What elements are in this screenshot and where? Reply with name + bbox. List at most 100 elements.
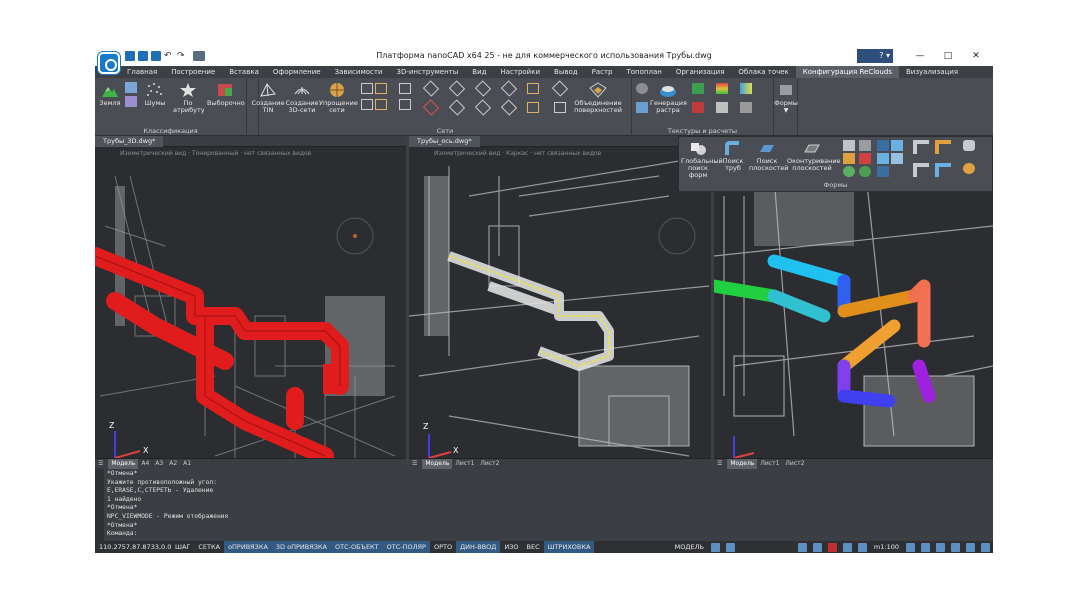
- forms-button[interactable]: Формы ▼: [774, 82, 798, 114]
- status-toggle[interactable]: 3D оПРИВЯЗКА: [271, 541, 331, 553]
- tab-6[interactable]: Вид: [465, 66, 493, 78]
- diamond-icon[interactable]: [448, 99, 466, 116]
- layout-tab[interactable]: Лист1: [757, 459, 782, 469]
- orbit-icon[interactable]: [951, 542, 960, 552]
- status-toggle[interactable]: ДИН-ВВОД: [456, 541, 501, 553]
- viewport-2[interactable]: Трубы_ось.dwg* Изометрический вид · Карк…: [409, 136, 711, 469]
- view-info[interactable]: Изометрический вид · Тонированный · нет …: [120, 150, 311, 157]
- pipe-search-button[interactable]: Поиск труб: [719, 140, 747, 172]
- diamond-icon[interactable]: [500, 80, 518, 97]
- close-button[interactable]: ✕: [966, 49, 986, 63]
- status-toggle[interactable]: СЕТКА: [194, 541, 224, 553]
- hand-icon[interactable]: [906, 542, 915, 552]
- net-tool-icon[interactable]: [361, 83, 373, 94]
- tab-2[interactable]: Вставка: [222, 66, 266, 78]
- layout-tab[interactable]: A1: [180, 459, 194, 469]
- elbow-icon[interactable]: [935, 163, 951, 177]
- elbow-icon[interactable]: [935, 140, 951, 154]
- texture-icon[interactable]: [716, 102, 728, 113]
- contour-planes-button[interactable]: Оконтуривание плоскостей: [787, 140, 841, 172]
- selective-button[interactable]: Выборочно: [207, 82, 245, 107]
- diamond-icon[interactable]: [551, 80, 569, 97]
- layout-tab[interactable]: Модель: [422, 459, 453, 469]
- status-toggle[interactable]: ИЗО: [500, 541, 522, 553]
- shape-icon[interactable]: [859, 140, 871, 151]
- earth-button[interactable]: Земля: [99, 82, 121, 107]
- elbow-icon[interactable]: [913, 163, 929, 177]
- minimize-button[interactable]: —: [910, 49, 930, 63]
- simplify-net-button[interactable]: Упрощение сети: [319, 82, 358, 114]
- help-button[interactable]: ? ▾: [857, 49, 893, 63]
- create-3d-net-button[interactable]: Создание 3D-сети: [285, 82, 319, 114]
- status-toggle[interactable]: ОРТО: [430, 541, 456, 553]
- snap-icon[interactable]: [842, 542, 852, 552]
- status-toggle[interactable]: оПРИВЯЗКА: [224, 541, 272, 553]
- zoom-icon[interactable]: [921, 542, 930, 552]
- global-search-button[interactable]: Глобальный поиск форм: [681, 140, 723, 179]
- merge-surfaces-button[interactable]: Объединение поверхностей: [571, 82, 625, 114]
- model-space-toggle[interactable]: МОДЕЛЬ: [671, 541, 708, 553]
- status-toggle[interactable]: ШАГ: [171, 541, 194, 553]
- by-attribute-button[interactable]: По атрибуту: [173, 82, 205, 114]
- grid-icon[interactable]: [857, 542, 867, 552]
- diamond-icon[interactable]: [422, 99, 440, 116]
- command-line-handle[interactable]: [95, 469, 104, 541]
- layout-tab[interactable]: A2: [166, 459, 180, 469]
- tab-12[interactable]: Облака точек: [731, 66, 795, 78]
- app-logo-icon[interactable]: [98, 52, 120, 74]
- diamond-icon[interactable]: [422, 80, 440, 97]
- net-tool-icon[interactable]: [361, 99, 373, 110]
- shape-icon[interactable]: [891, 140, 903, 151]
- scale-readout[interactable]: m1:100: [870, 541, 903, 553]
- tab-8[interactable]: Вывод: [547, 66, 585, 78]
- elbow-icon[interactable]: [913, 140, 929, 154]
- layout-tab[interactable]: Модель: [727, 459, 758, 469]
- layout-menu-icon[interactable]: ☰: [95, 459, 106, 469]
- layout-tab[interactable]: Лист2: [782, 459, 807, 469]
- net-tool-icon[interactable]: [399, 99, 411, 110]
- layout-tab[interactable]: Лист1: [452, 459, 477, 469]
- texture-icon[interactable]: [692, 102, 704, 113]
- texture-icon[interactable]: [740, 102, 752, 113]
- tab-4[interactable]: Зависимости: [328, 66, 390, 78]
- cylinder-icon[interactable]: [963, 140, 975, 151]
- layout-tab[interactable]: Модель: [108, 459, 139, 469]
- command-line[interactable]: *Отмена* Укажите противоположный угол: E,E…: [95, 469, 993, 541]
- fullscreen-icon[interactable]: [966, 542, 975, 552]
- diamond-icon[interactable]: [474, 80, 492, 97]
- shape-icon[interactable]: [891, 153, 903, 164]
- status-toggle[interactable]: ШТРИХОВКА: [543, 541, 595, 553]
- texture-icon[interactable]: [692, 83, 704, 94]
- tab-11[interactable]: Организация: [669, 66, 732, 78]
- viewport-1[interactable]: Трубы_3D.dwg* Изометрический вид · Тонир…: [95, 136, 406, 469]
- sphere-icon[interactable]: [843, 166, 855, 177]
- cone-icon[interactable]: [843, 153, 855, 164]
- tab-5[interactable]: 3D-инструменты: [389, 66, 465, 78]
- gear-icon[interactable]: [636, 83, 648, 94]
- layout-tab[interactable]: Лист2: [477, 459, 502, 469]
- shape-icon[interactable]: [859, 153, 871, 164]
- tab-drawing-2[interactable]: Трубы_ось.dwg*: [409, 136, 711, 147]
- diamond-icon[interactable]: [448, 80, 466, 97]
- layout-menu-icon[interactable]: ☰: [409, 459, 420, 469]
- net-tool-icon[interactable]: [375, 83, 387, 94]
- shape-icon[interactable]: [877, 140, 889, 151]
- gradient-icon[interactable]: [716, 83, 728, 94]
- status-toggle[interactable]: ОТС-ОБЪЕКТ: [330, 541, 383, 553]
- status-toggle[interactable]: ВЕС: [523, 541, 544, 553]
- filter-icon[interactable]: [812, 542, 822, 552]
- settings-icon[interactable]: [981, 542, 990, 552]
- tab-0[interactable]: Главная: [120, 66, 164, 78]
- diamond-icon[interactable]: [500, 99, 518, 116]
- plane-search-button[interactable]: Поиск плоскостей: [749, 140, 788, 172]
- noise-button[interactable]: Шумы: [143, 82, 167, 107]
- tab-9[interactable]: Растр: [585, 66, 620, 78]
- layout-tab[interactable]: A3: [152, 459, 166, 469]
- generate-raster-button[interactable]: Генерация растра: [650, 82, 687, 114]
- points-icon[interactable]: [125, 82, 137, 93]
- create-tin-button[interactable]: Создание TIN: [251, 82, 285, 114]
- gradient-icon[interactable]: [740, 83, 752, 94]
- tab-14[interactable]: Визуализация: [899, 66, 965, 78]
- shape-icon[interactable]: [877, 166, 889, 177]
- net-tool-icon[interactable]: [527, 83, 539, 94]
